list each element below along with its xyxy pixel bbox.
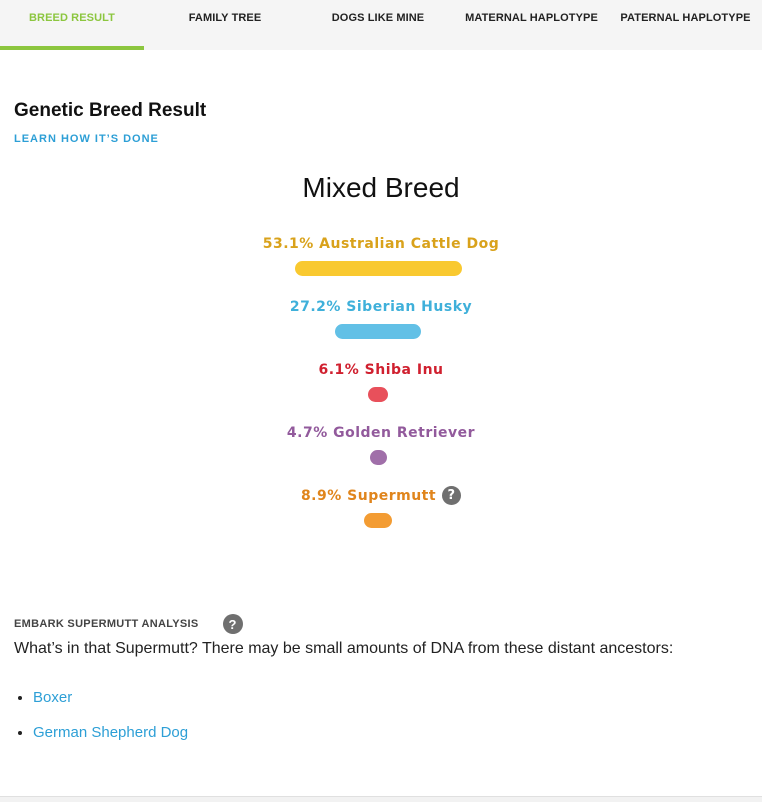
- breed-row: 6.1% Shiba Inu: [0, 361, 762, 379]
- ancestor-list: Boxer German Shepherd Dog: [18, 680, 188, 750]
- breed-label-text: 8.9% Supermutt: [300, 487, 437, 504]
- breed-label: 8.9% Supermutt ?: [300, 486, 462, 505]
- bullet-icon: [18, 695, 22, 700]
- breed-row: 8.9% Supermutt ?: [0, 486, 762, 505]
- footer-divider: [0, 796, 762, 802]
- breed-bar: [368, 387, 388, 402]
- breed-label: 53.1% Australian Cattle Dog: [262, 236, 500, 252]
- breed-bar: [335, 324, 421, 339]
- breed-label: 27.2% Siberian Husky: [289, 299, 473, 315]
- list-item: Boxer: [18, 680, 188, 715]
- breed-bar: [364, 513, 392, 528]
- tab-dogs-like-mine[interactable]: DOGS LIKE MINE: [306, 0, 450, 50]
- learn-how-link[interactable]: LEARN HOW IT’S DONE: [14, 133, 159, 145]
- supermutt-header: EMBARK SUPERMUTT ANALYSIS ?: [14, 614, 243, 634]
- breed-label: 4.7% Golden Retriever: [286, 425, 476, 441]
- ancestor-link-boxer[interactable]: Boxer: [33, 689, 72, 706]
- help-icon[interactable]: ?: [222, 614, 243, 634]
- help-icon[interactable]: ?: [442, 486, 462, 505]
- tab-maternal-haplotype[interactable]: MATERNAL HAPLOTYPE: [459, 0, 604, 50]
- section-title: Genetic Breed Result: [14, 100, 207, 121]
- breed-row: 4.7% Golden Retriever: [0, 424, 762, 442]
- tab-paternal-haplotype[interactable]: PATERNAL HAPLOTYPE: [609, 0, 762, 50]
- breed-label: 6.1% Shiba Inu: [318, 362, 444, 378]
- supermutt-title: EMBARK SUPERMUTT ANALYSIS: [14, 618, 199, 630]
- breed-row: 27.2% Siberian Husky: [0, 298, 762, 316]
- list-item: German Shepherd Dog: [18, 715, 188, 750]
- breed-row: 53.1% Australian Cattle Dog: [0, 235, 762, 253]
- ancestor-link-german-shepherd[interactable]: German Shepherd Dog: [33, 724, 188, 741]
- bullet-icon: [18, 730, 22, 735]
- breed-bar: [294, 261, 462, 276]
- tab-breed-result[interactable]: BREED RESULT: [0, 0, 144, 50]
- tab-family-tree[interactable]: FAMILY TREE: [153, 0, 297, 50]
- result-heading: Mixed Breed: [302, 172, 460, 203]
- tab-bar: BREED RESULT FAMILY TREE DOGS LIKE MINE …: [0, 0, 762, 50]
- supermutt-description: What’s in that Supermutt? There may be s…: [14, 640, 674, 657]
- breed-bar: [369, 450, 387, 465]
- active-tab-indicator: [0, 46, 144, 50]
